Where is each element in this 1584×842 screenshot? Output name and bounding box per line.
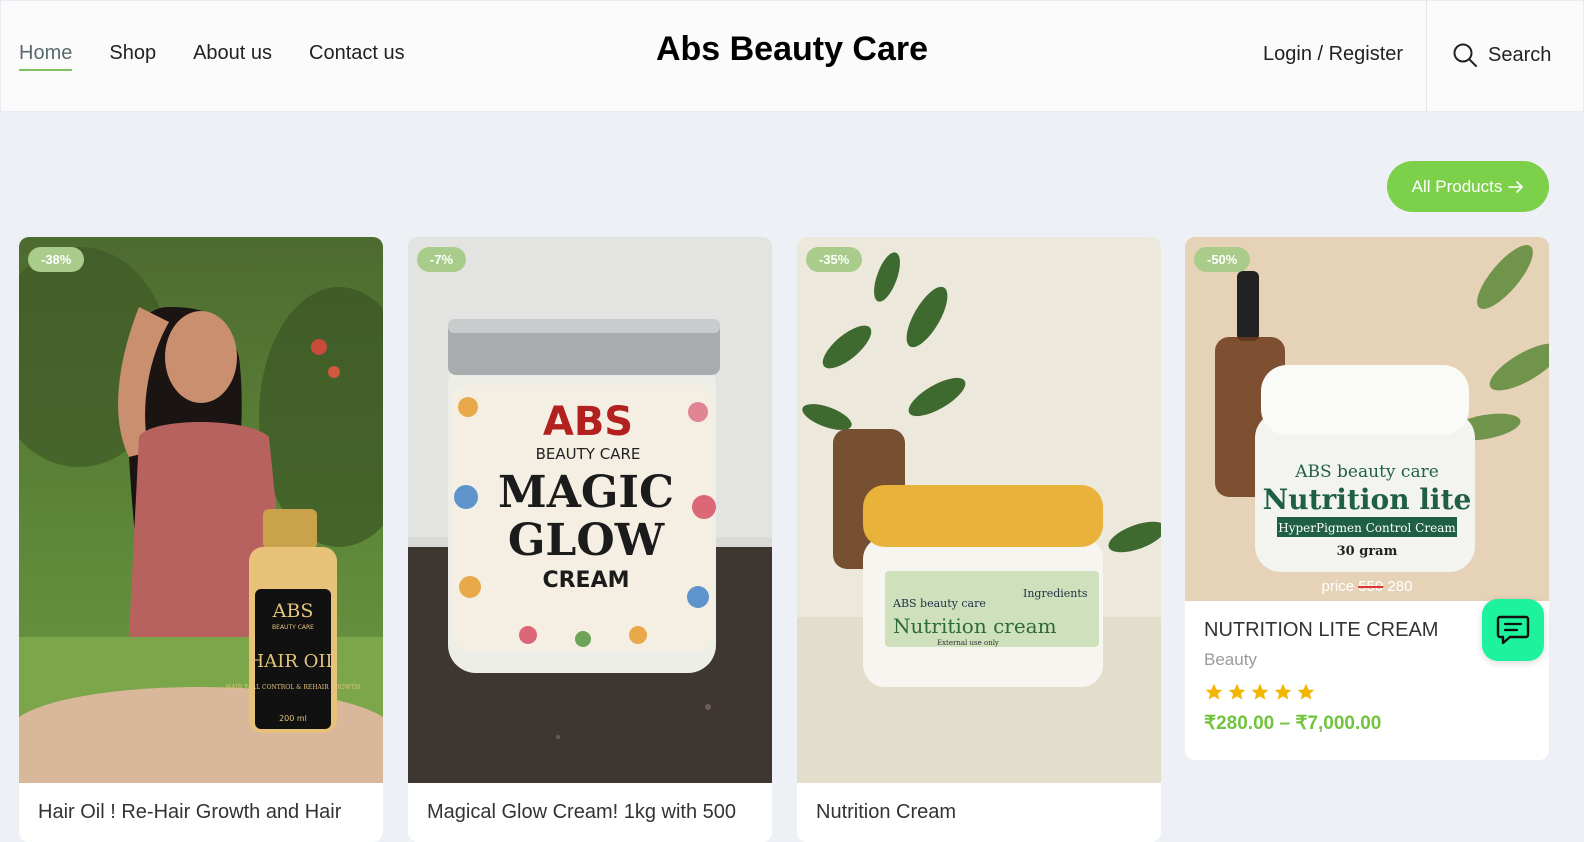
jar-name: Nutrition lite bbox=[1263, 483, 1472, 516]
login-register-link[interactable]: Login / Register bbox=[1263, 43, 1403, 66]
product-title[interactable]: Nutrition Cream bbox=[797, 783, 1161, 842]
all-products-button[interactable]: All Products bbox=[1387, 161, 1549, 212]
jar-ingredients-title: Ingredients bbox=[1023, 587, 1088, 600]
product-card[interactable]: ABS BEAUTY CARE MAGIC GLOW CREAM -7% Mag… bbox=[408, 237, 772, 842]
magic-glow-photo: ABS BEAUTY CARE MAGIC GLOW CREAM bbox=[408, 237, 772, 783]
bottle-name: HAIR OIL bbox=[249, 651, 338, 672]
nutrition-lite-photo: ABS beauty care Nutrition lite HyperPigm… bbox=[1185, 237, 1549, 601]
jar-brand: ABS bbox=[543, 399, 633, 445]
overlay-price-label: price bbox=[1321, 578, 1355, 595]
star-icon bbox=[1228, 683, 1246, 700]
bottle-sub: BEAUTY CARE bbox=[272, 624, 314, 631]
arrow-right-icon bbox=[1508, 180, 1524, 193]
star-rating bbox=[1185, 670, 1549, 702]
product-image[interactable]: ABS BEAUTY CARE HAIR OIL HAIR FALL CONTR… bbox=[19, 237, 383, 783]
star-icon bbox=[1251, 683, 1269, 700]
discount-badge: -38% bbox=[28, 247, 85, 272]
star-icon bbox=[1297, 683, 1315, 700]
star-icon bbox=[1205, 683, 1223, 700]
overlay-price: price 550 280 bbox=[1185, 578, 1549, 595]
header-divider bbox=[1426, 0, 1427, 112]
chat-button[interactable] bbox=[1482, 599, 1544, 661]
overlay-price-old: 550 bbox=[1358, 578, 1384, 595]
jar-size: 30 gram bbox=[1337, 544, 1398, 559]
jar-sub: BEAUTY CARE bbox=[536, 445, 641, 463]
product-image[interactable]: ABS beauty care Nutrition lite HyperPigm… bbox=[1185, 237, 1549, 601]
product-card[interactable]: ABS beauty care Nutrition cream External… bbox=[797, 237, 1161, 842]
product-price: ₹280.00 – ₹7,000.00 bbox=[1204, 713, 1382, 734]
jar-sub: HyperPigmen Control Cream bbox=[1278, 521, 1456, 535]
product-title[interactable]: Hair Oil ! Re-Hair Growth and Hair bbox=[19, 783, 383, 842]
overlay-price-new: 280 bbox=[1387, 578, 1413, 595]
jar-name-1: MAGIC bbox=[498, 467, 674, 518]
product-card[interactable]: ABS BEAUTY CARE HAIR OIL HAIR FALL CONTR… bbox=[19, 237, 383, 842]
product-image[interactable]: ABS beauty care Nutrition cream External… bbox=[797, 237, 1161, 783]
search-label: Search bbox=[1488, 43, 1552, 66]
jar-name-2: GLOW bbox=[508, 515, 665, 566]
all-products-label: All Products bbox=[1411, 176, 1503, 196]
discount-badge: -7% bbox=[417, 247, 467, 272]
nutrition-cream-photo: ABS beauty care Nutrition cream External… bbox=[797, 237, 1161, 783]
star-icon bbox=[1274, 683, 1292, 700]
bottle-brand: ABS bbox=[272, 600, 314, 622]
bottle-tagline: HAIR FALL CONTROL & REHAIR GROWTH bbox=[226, 684, 360, 691]
product-title[interactable]: Magical Glow Cream! 1kg with 500 bbox=[408, 783, 772, 842]
jar-name-3: CREAM bbox=[542, 568, 629, 593]
search-button[interactable]: Search bbox=[1452, 42, 1551, 68]
jar-brand: ABS beauty care bbox=[892, 597, 986, 610]
jar-name: Nutrition cream bbox=[893, 614, 1057, 638]
search-icon bbox=[1453, 43, 1477, 67]
bottle-size: 200 ml bbox=[279, 714, 307, 723]
jar-brand: ABS beauty care bbox=[1294, 462, 1439, 482]
product-card[interactable]: ABS beauty care Nutrition lite HyperPigm… bbox=[1185, 237, 1549, 760]
chat-icon bbox=[1496, 615, 1530, 645]
discount-badge: -50% bbox=[1194, 247, 1251, 272]
hair-oil-photo: ABS BEAUTY CARE HAIR OIL HAIR FALL CONTR… bbox=[19, 237, 383, 783]
discount-badge: -35% bbox=[806, 247, 863, 272]
site-header: Home Shop About us Contact us Abs Beauty… bbox=[0, 0, 1584, 112]
jar-note: External use only bbox=[937, 639, 999, 647]
product-image[interactable]: ABS BEAUTY CARE MAGIC GLOW CREAM -7% bbox=[408, 237, 772, 783]
